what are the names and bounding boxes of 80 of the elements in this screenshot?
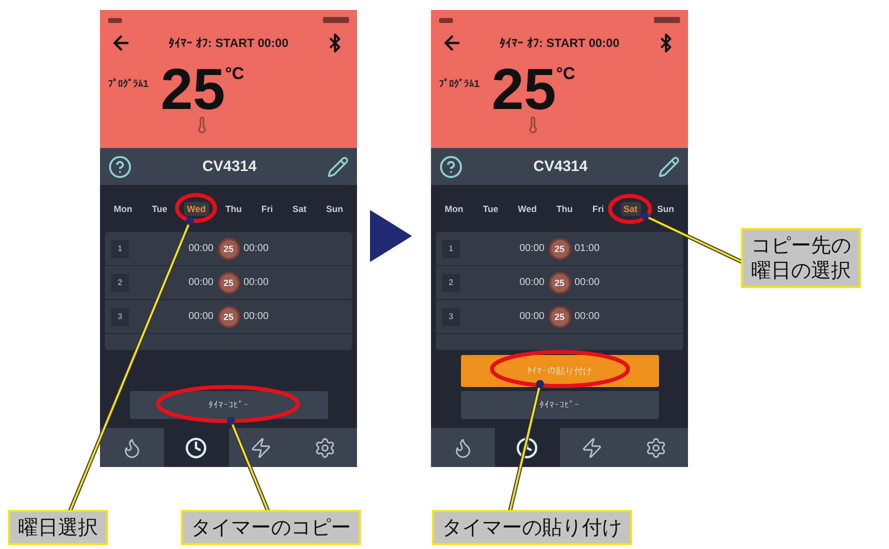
program-label: ﾌﾟﾛｸﾞﾗﾑ1 [108,78,149,90]
temperature-unit: °C [556,64,576,84]
day-tab[interactable]: Fri [589,202,607,216]
day-tab[interactable]: Tue [480,202,502,216]
timer-row[interactable]: 2 00:00 25 00:00 [105,266,352,300]
end-time: 01:00 [574,243,600,254]
timer-row[interactable]: 3 00:00 25 00:00 [436,300,683,334]
temperature-value: 25 [160,64,226,116]
help-icon[interactable] [108,154,132,178]
temperature-badge: 25 [218,272,240,294]
clock-icon [516,436,538,458]
program-label: ﾌﾟﾛｸﾞﾗﾑ1 [439,78,480,90]
edit-pencil-icon[interactable] [658,156,680,178]
day-tab[interactable]: Thu [222,202,245,216]
callout-label: 曜日選択 [8,510,108,545]
timer-index: 1 [111,240,129,258]
timer-index: 3 [111,308,129,326]
gear-icon [314,436,336,458]
start-time: 00:00 [519,311,544,322]
nav-tab[interactable] [431,428,496,467]
temperature-badge: 25 [218,238,240,260]
timer-index: 1 [442,240,460,258]
day-tab[interactable]: Sat [620,202,641,216]
day-tab[interactable]: Sun [323,202,346,216]
header-title: ﾀｲﾏｰ ｵﾌ: START 00:00 [500,36,620,50]
day-tab[interactable]: Wed [184,202,209,216]
callout-label: コピー先の 曜日の選択 [741,228,861,288]
nav-tab[interactable] [100,428,164,467]
start-time: 00:00 [188,277,214,288]
highlight-ring [608,194,652,224]
timer-row[interactable]: 1 00:00 25 01:00 [436,232,683,266]
device-name: CV4314 [533,158,588,175]
device-name: CV4314 [202,158,257,175]
temperature-badge: 25 [548,306,570,328]
start-time: 00:00 [519,243,544,254]
timer-row[interactable]: 1 00:00 25 00:00 [105,232,352,266]
start-time: 00:00 [188,311,214,322]
lightning-icon [250,436,272,458]
clock-icon [185,436,208,458]
temperature-badge: 25 [218,306,240,328]
temperature-unit: °C [225,64,244,84]
end-time: 00:00 [244,277,269,288]
callout-label: タイマーのコピー [181,510,361,545]
copy-timer-button[interactable]: ﾀｲﾏｰｺﾋﾟｰ [460,391,658,419]
timer-index: 2 [111,274,129,292]
start-time: 00:00 [519,277,544,288]
day-tab[interactable]: Wed [514,202,540,216]
nav-tab[interactable] [624,428,688,467]
gear-icon [644,436,667,458]
day-tab[interactable]: Sat [290,202,310,216]
day-tab[interactable]: Sun [654,202,678,216]
nav-tab[interactable] [228,428,293,467]
day-tab[interactable]: Tue [148,202,170,216]
header-title: ﾀｲﾏｰ ｵﾌ: START 00:00 [168,36,288,50]
lightning-icon [580,436,603,458]
day-tab[interactable]: Thu [553,202,576,216]
end-time: 00:00 [244,243,269,254]
timer-row[interactable]: 2 00:00 25 00:00 [436,266,683,300]
day-tab[interactable]: Fri [258,202,276,216]
day-tab[interactable]: Mon [110,202,136,216]
highlight-ring [175,193,217,223]
edit-pencil-icon[interactable] [327,156,349,178]
timer-row[interactable]: 3 00:00 25 00:00 [105,300,352,334]
start-time: 00:00 [188,243,214,254]
end-time: 00:00 [244,311,269,322]
end-time: 00:00 [574,277,600,288]
nav-tab[interactable] [292,428,357,467]
help-icon[interactable] [439,154,463,178]
timer-index: 3 [442,308,460,326]
temperature-badge: 25 [548,272,570,294]
timer-index: 2 [442,274,460,292]
callout-label: タイマーの貼り付け [432,510,632,545]
temperature-value: 25 [492,64,556,116]
battery-icon [323,17,349,23]
nav-tab[interactable] [560,428,624,467]
battery-icon [654,17,680,23]
temperature-badge: 25 [548,238,570,260]
day-tab[interactable]: Mon [442,202,466,216]
end-time: 00:00 [574,311,600,322]
next-step-arrow [370,210,412,262]
